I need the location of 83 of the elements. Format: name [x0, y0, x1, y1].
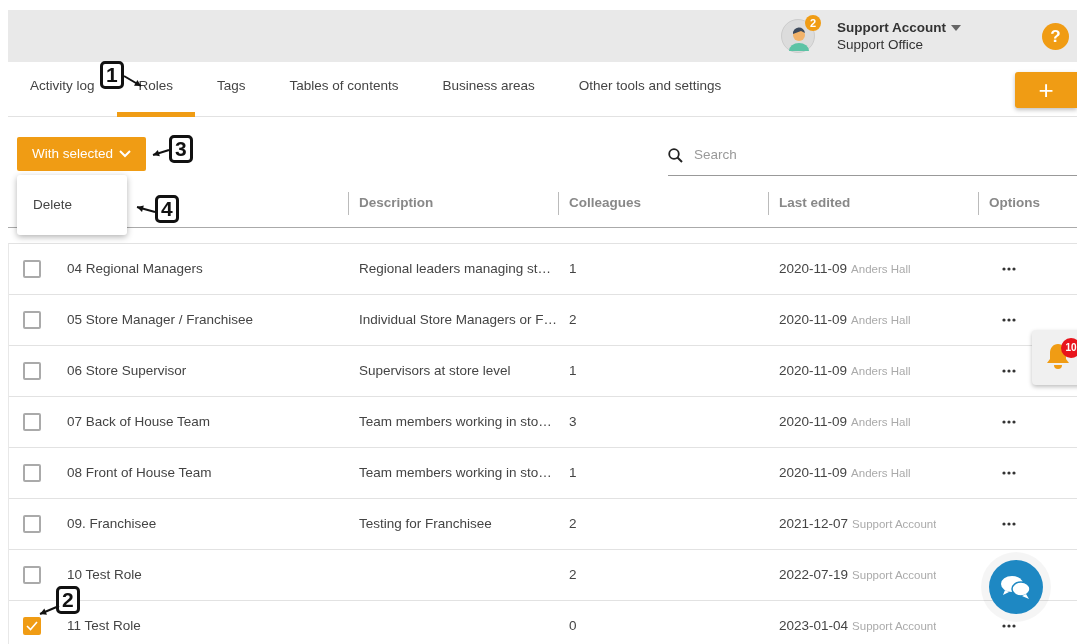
colleague-count: 2	[569, 311, 577, 327]
account-name[interactable]: Support Account	[837, 19, 946, 36]
tab[interactable]: Business areas	[442, 77, 535, 95]
role-description: Regional leaders managing st…	[359, 260, 552, 276]
search-icon	[668, 148, 683, 163]
editor-name: Support Account	[852, 567, 937, 583]
checkbox[interactable]	[23, 311, 41, 329]
notification-panel[interactable]	[1032, 330, 1077, 385]
colleague-count: 3	[569, 413, 577, 429]
more-options-icon[interactable]	[1002, 318, 1016, 322]
person-icon	[787, 25, 811, 51]
callout-number: 4	[155, 195, 179, 223]
chevron-down-icon	[119, 150, 132, 158]
office-name: Support Office	[837, 36, 925, 53]
tab[interactable]: Tables of contents	[289, 77, 399, 95]
more-options-icon[interactable]	[1002, 624, 1016, 628]
edited-date: 2022-07-19	[779, 565, 849, 584]
menu-item[interactable]: Delete	[17, 194, 89, 216]
role-description: Supervisors at store level	[359, 362, 511, 378]
checkbox[interactable]	[23, 413, 41, 431]
column-header[interactable]: Colleagues	[558, 192, 768, 215]
tab[interactable]: Roles	[138, 77, 174, 95]
notification-badge: 2	[805, 15, 821, 31]
column-header[interactable]: Description	[348, 192, 558, 215]
edited-date: 2020-11-09	[779, 463, 848, 482]
callout-number: 2	[56, 586, 80, 614]
checkbox[interactable]	[23, 515, 41, 533]
role-name[interactable]: 06 Store Supervisor	[67, 362, 187, 378]
column-header[interactable]: Options	[978, 192, 1077, 215]
colleague-count: 1	[569, 464, 577, 480]
role-name[interactable]: 08 Front of House Team	[67, 464, 212, 480]
chat-button[interactable]	[989, 560, 1043, 614]
role-name[interactable]: 07 Back of House Team	[67, 413, 211, 429]
colleague-count: 0	[569, 617, 577, 633]
tab[interactable]: Tags	[217, 77, 246, 95]
more-options-icon[interactable]	[1002, 420, 1016, 424]
callout-arrow	[136, 205, 156, 213]
editor-name: Anders Hall	[851, 312, 911, 328]
role-name[interactable]: 04 Regional Managers	[67, 260, 203, 276]
more-options-icon[interactable]	[1002, 369, 1016, 373]
edited-date: 2020-11-09	[779, 259, 848, 278]
search-field[interactable]: Search	[692, 144, 1077, 167]
editor-name: Anders Hall	[851, 363, 911, 379]
callout-arrow	[152, 149, 170, 157]
checkbox[interactable]	[23, 617, 41, 635]
edited-date: 2020-11-09	[779, 361, 848, 380]
avatar[interactable]	[781, 19, 815, 53]
checkbox[interactable]	[23, 464, 41, 482]
more-options-icon[interactable]	[1002, 471, 1016, 475]
editor-name: Support Account	[852, 516, 937, 532]
role-name[interactable]: 11 Test Role	[67, 617, 141, 633]
editor-name: Anders Hall	[851, 414, 911, 430]
role-name[interactable]: 10 Test Role	[67, 566, 142, 582]
edited-date: 2021-12-07	[779, 514, 849, 533]
tab[interactable]: Activity log	[30, 77, 95, 95]
editor-name: Anders Hall	[851, 261, 911, 277]
caret-icon[interactable]	[951, 24, 961, 31]
role-description: Individual Store Managers or F…	[359, 311, 558, 327]
role-description: Team members working in sto…	[359, 413, 552, 429]
role-description: Team members working in sto…	[359, 464, 552, 480]
edited-date: 2023-01-04	[779, 616, 849, 635]
checkbox[interactable]	[23, 260, 41, 278]
role-name[interactable]: 09. Franchisee	[67, 515, 157, 531]
colleague-count: 1	[569, 362, 577, 378]
callout-arrow	[39, 605, 60, 615]
column-header[interactable]: Last edited	[768, 192, 978, 215]
checkbox[interactable]	[23, 362, 41, 380]
chat-icon	[1000, 574, 1032, 600]
tab[interactable]: Other tools and settings	[578, 77, 722, 95]
more-options-icon[interactable]	[1002, 522, 1016, 526]
colleague-count: 2	[569, 515, 577, 531]
edited-date: 2020-11-09	[779, 412, 848, 431]
editor-name: Support Account	[852, 618, 937, 634]
colleague-count: 1	[569, 260, 577, 276]
edited-date: 2020-11-09	[779, 310, 848, 329]
checkbox[interactable]	[23, 566, 41, 584]
callout-number: 1	[100, 61, 124, 89]
role-description: Testing for Franchisee	[359, 515, 492, 531]
role-name[interactable]: 05 Store Manager / Franchisee	[67, 311, 254, 327]
more-options-icon[interactable]	[1002, 267, 1016, 271]
callout-number: 3	[169, 135, 193, 163]
colleague-count: 2	[569, 566, 577, 582]
editor-name: Anders Hall	[851, 465, 911, 481]
